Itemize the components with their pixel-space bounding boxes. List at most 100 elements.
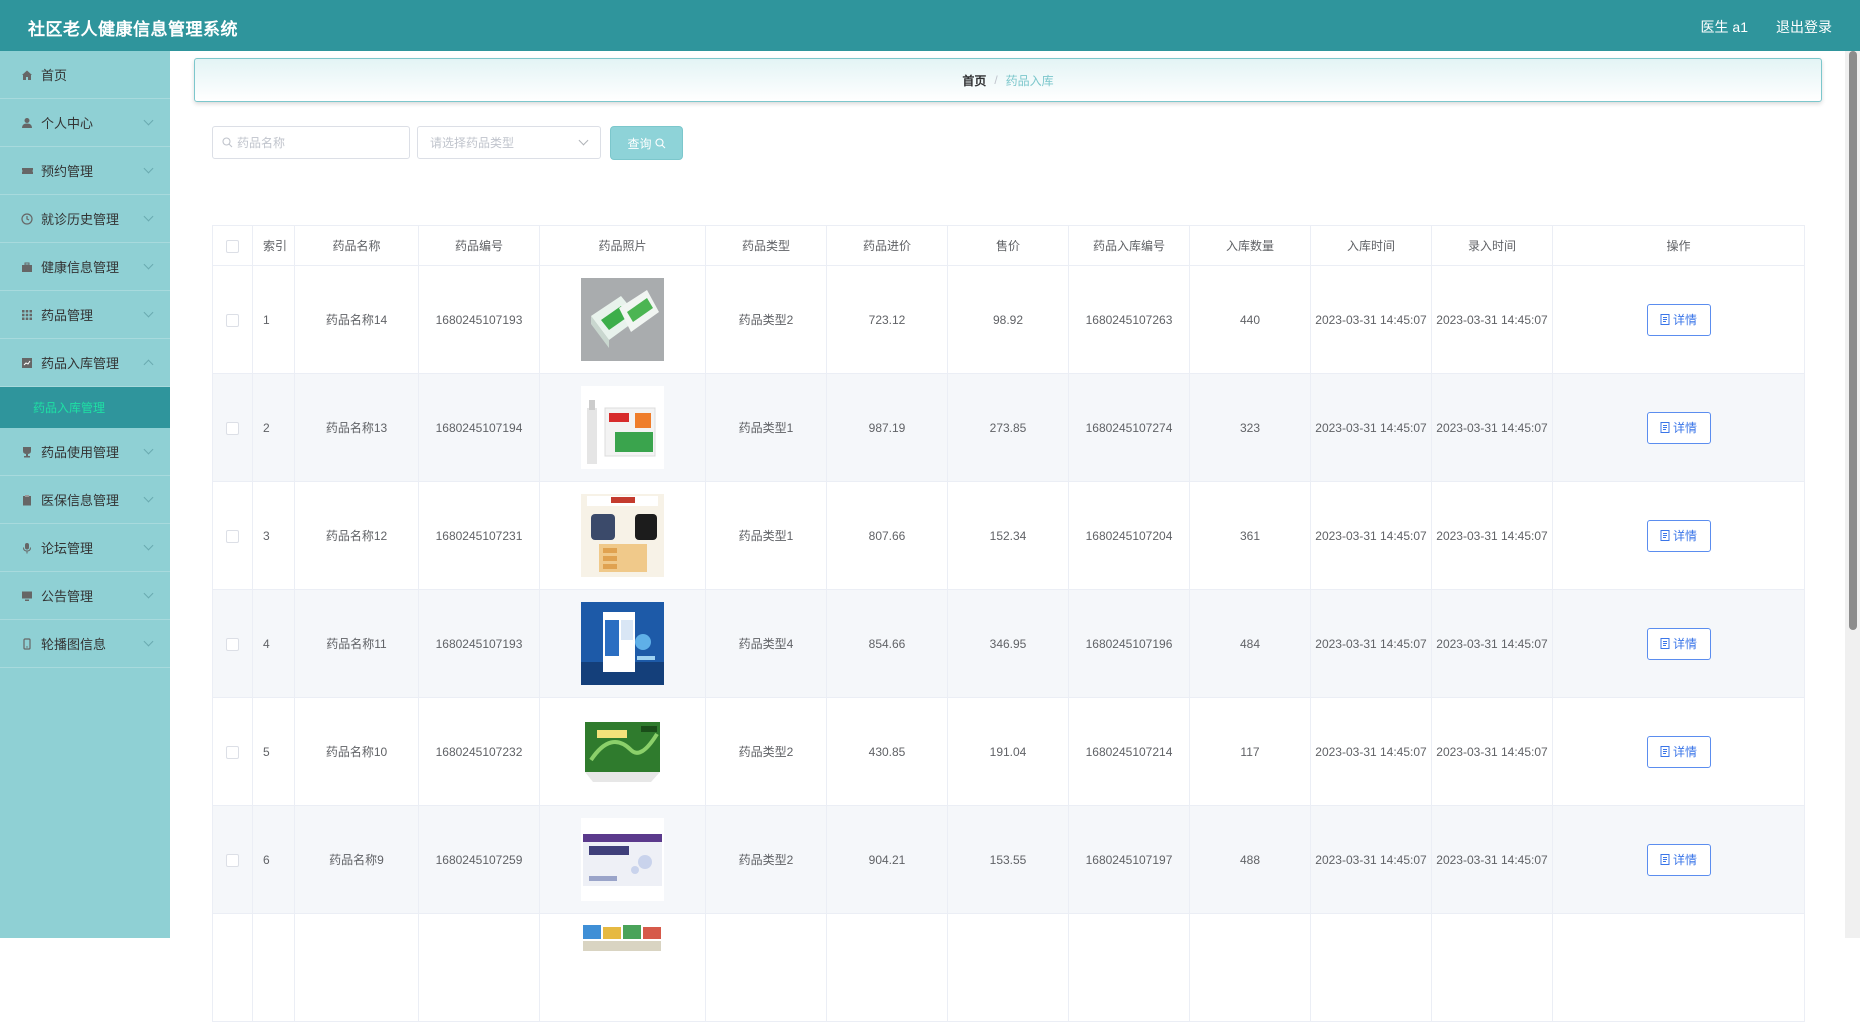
cell-price: 153.55 [947,805,1069,914]
sidebar-item-visit-history[interactable]: 就诊历史管理 [0,195,170,243]
row-checkbox[interactable] [226,421,239,435]
cell-quantity: 484 [1189,589,1311,698]
sidebar-item-label: 药品入库管理 [41,356,120,371]
sidebar-item-announcement[interactable]: 公告管理 [0,572,170,620]
document-icon [1660,746,1670,757]
detail-button[interactable]: 详情 [1646,303,1711,336]
drug-name-search-input[interactable]: 药品名称 [212,126,410,159]
sidebar-item-label: 健康信息管理 [41,260,120,275]
select-all-checkbox[interactable] [226,239,239,253]
column-header: 药品入库编号 [1068,225,1190,266]
detail-button[interactable]: 详情 [1646,843,1711,876]
sidebar-item-drug-stock-in[interactable]: 药品入库管理 [0,339,170,387]
chevron-down-icon [143,211,154,222]
cell-quantity: 361 [1189,481,1311,590]
detail-button[interactable]: 详情 [1646,735,1711,768]
cell-quantity: 440 [1189,265,1311,374]
query-button[interactable]: 查询 [610,126,683,160]
table-row: 6 药品名称9 1680245107259 药品类型2 904.21 153.5… [212,805,1805,914]
vertical-scrollbar[interactable] [1845,51,1860,938]
cell-drug-name: 药品名称10 [294,697,419,806]
cell-drug-type: 药品类型1 [705,481,827,590]
cell-drug-name: 药品名称14 [294,265,419,374]
column-header: 录入时间 [1431,225,1553,266]
cell-drug-type: 药品类型4 [705,589,827,698]
top-bar: 社区老人健康信息管理系统 医生 a1 退出登录 [0,0,1860,51]
chevron-down-icon [143,540,154,551]
column-header: 药品进价 [826,225,948,266]
cell-drug-code: 1680245107231 [418,481,540,590]
submenu-item-drug-stock-in[interactable]: 药品入库管理 [0,387,170,428]
cell-price: 346.95 [947,589,1069,698]
row-checkbox[interactable] [226,745,239,759]
cell-stock-in-time [1310,913,1432,1022]
scrollbar-thumb[interactable] [1849,51,1857,630]
sidebar-item-label: 公告管理 [41,589,94,604]
column-header: 入库时间 [1310,225,1432,266]
detail-button-label: 详情 [1672,744,1697,759]
sidebar: 首页 个人中心 预约管理 就诊历史管理 健康信息管理 药品管理 药品入库管理 药… [0,51,170,938]
cell-stock-in-time: 2023-03-31 14:45:07 [1310,589,1432,698]
sidebar-item-health-info[interactable]: 健康信息管理 [0,243,170,291]
breadcrumb-separator: / [994,73,998,87]
clipboard-icon [20,493,34,507]
cell-drug-type: 药品类型2 [705,697,827,806]
logout-link[interactable]: 退出登录 [1776,17,1832,37]
cell-cost: 904.21 [826,805,948,914]
cell-stock-in-code: 1680245107204 [1068,481,1190,590]
sidebar-item-carousel[interactable]: 轮播图信息 [0,620,170,668]
sidebar-item-home[interactable]: 首页 [0,51,170,99]
cell-drug-code: 1680245107259 [418,805,540,914]
row-checkbox[interactable] [226,529,239,543]
cell-quantity [1189,913,1311,1022]
column-header: 入库数量 [1189,225,1311,266]
detail-button[interactable]: 详情 [1646,627,1711,660]
detail-button-label: 详情 [1672,636,1697,651]
user-icon [20,116,34,130]
chevron-down-icon [143,163,154,174]
detail-button[interactable]: 详情 [1646,411,1711,444]
document-icon [1660,314,1670,325]
cell-drug-code: 1680245107194 [418,373,540,482]
drug-photo [581,386,664,469]
sidebar-item-label: 论坛管理 [41,541,94,556]
breadcrumb-home[interactable]: 首页 [962,72,986,89]
chevron-down-icon [143,588,154,599]
breadcrumb-current: 药品入库 [1005,73,1054,88]
drug-photo [581,278,664,361]
cell-drug-code [418,913,540,1022]
cup-icon [20,445,34,459]
document-icon [1660,422,1670,433]
cell-cost: 987.19 [826,373,948,482]
cell-index: 6 [252,805,295,914]
sidebar-item-personal-center[interactable]: 个人中心 [0,99,170,147]
detail-button[interactable]: 详情 [1646,519,1711,552]
sidebar-item-drug-management[interactable]: 药品管理 [0,291,170,339]
row-checkbox[interactable] [226,637,239,651]
sidebar-item-label: 就诊历史管理 [41,212,120,227]
drug-photo [581,923,664,1006]
drug-stock-in-table: 索引 药品名称 药品编号 药品照片 药品类型 药品进价 售价 药品入库编号 入库… [212,225,1805,1022]
home-icon [20,68,34,82]
cell-stock-in-time: 2023-03-31 14:45:07 [1310,265,1432,374]
search-placeholder: 药品名称 [237,136,286,150]
sidebar-item-label: 药品使用管理 [41,445,120,460]
sidebar-item-forum[interactable]: 论坛管理 [0,524,170,572]
detail-button-label: 详情 [1672,852,1697,867]
cell-drug-name: 药品名称13 [294,373,419,482]
drug-type-select[interactable]: 请选择药品类型 [417,126,601,159]
select-all-cell [212,225,253,266]
sidebar-item-drug-usage[interactable]: 药品使用管理 [0,428,170,476]
detail-button-label: 详情 [1672,420,1697,435]
row-checkbox[interactable] [226,313,239,327]
row-checkbox[interactable] [226,853,239,867]
chevron-down-icon [143,115,154,126]
column-header: 药品名称 [294,225,419,266]
cell-drug-name: 药品名称11 [294,589,419,698]
cell-index: 2 [252,373,295,482]
cell-drug-type [705,913,827,1022]
sidebar-item-appointment[interactable]: 预约管理 [0,147,170,195]
drug-photo [581,602,664,685]
sidebar-item-medical-insurance[interactable]: 医保信息管理 [0,476,170,524]
sidebar-item-label: 预约管理 [41,164,94,179]
